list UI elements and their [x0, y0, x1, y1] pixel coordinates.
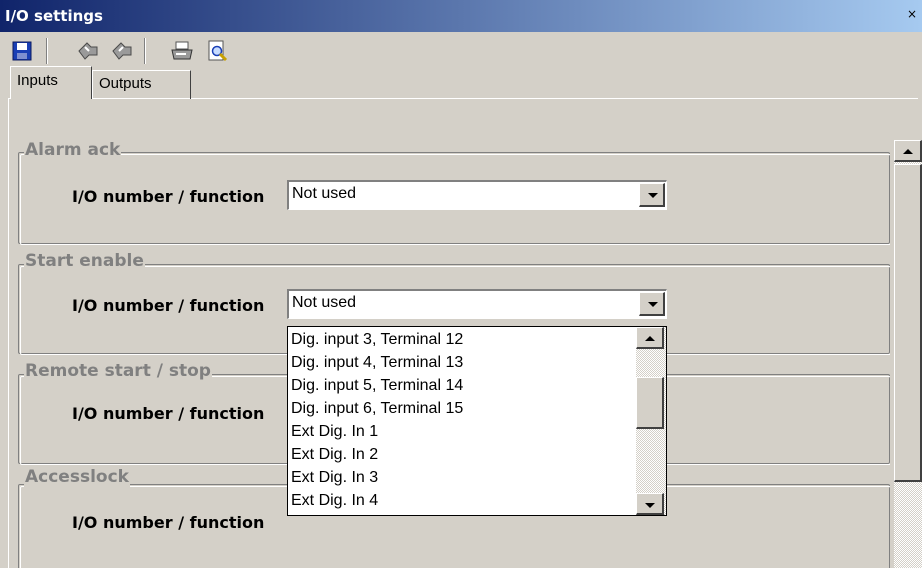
tab-inputs[interactable]: Inputs	[10, 66, 92, 99]
chevron-down-icon	[645, 503, 655, 508]
chevron-up-icon	[645, 336, 655, 341]
io-function-select[interactable]: Not used	[287, 180, 667, 210]
scroll-up-button[interactable]	[636, 327, 664, 349]
toolbar-separator	[144, 38, 146, 64]
close-icon[interactable]: ×	[904, 7, 920, 23]
chevron-up-icon	[903, 149, 913, 154]
tab-label: Outputs	[99, 75, 152, 92]
row-label: I/O number / function	[72, 187, 265, 206]
list-item[interactable]: Ext Dig. In 2	[291, 444, 378, 466]
chevron-down-icon	[648, 302, 658, 307]
dropdown-button[interactable]	[639, 292, 665, 316]
row-label: I/O number / function	[72, 513, 265, 532]
print-icon[interactable]	[170, 39, 194, 63]
row-label: I/O number / function	[72, 404, 265, 423]
toolbar	[0, 32, 922, 70]
panel-scrollbar[interactable]	[894, 140, 922, 568]
select-value: Not used	[292, 294, 357, 311]
tab-outputs[interactable]: Outputs	[92, 70, 191, 99]
group-title: Alarm ack	[24, 140, 122, 160]
dropdown-scrollbar[interactable]	[636, 327, 666, 515]
dropdown-list[interactable]: Dig. input 3, Terminal 12 Dig. input 4, …	[287, 326, 667, 516]
io-function-select[interactable]: Not used	[287, 289, 667, 319]
window-title: I/O settings	[5, 7, 103, 25]
list-item[interactable]: Dig. input 6, Terminal 15	[291, 398, 463, 420]
group-title: Start enable	[24, 251, 145, 271]
list-item[interactable]: Dig. input 5, Terminal 14	[291, 375, 463, 397]
print-preview-icon[interactable]	[205, 39, 229, 63]
list-item[interactable]: Ext Dig. In 4	[291, 490, 378, 512]
toolbar-separator	[46, 38, 48, 64]
dropdown-button[interactable]	[639, 183, 665, 207]
tab-label: Inputs	[17, 72, 58, 89]
select-value: Not used	[292, 185, 357, 202]
row-label: I/O number / function	[72, 296, 265, 315]
upload-icon[interactable]	[76, 39, 100, 63]
title-bar: I/O settings ×	[0, 0, 922, 32]
download-icon[interactable]	[110, 39, 134, 63]
list-item[interactable]: Dig. input 3, Terminal 12	[291, 329, 463, 351]
list-item[interactable]: Ext Dig. In 1	[291, 421, 378, 443]
scroll-thumb[interactable]	[636, 377, 664, 429]
list-item[interactable]: Dig. input 4, Terminal 13	[291, 352, 463, 374]
scroll-down-button[interactable]	[636, 493, 664, 515]
scroll-thumb[interactable]	[894, 164, 922, 482]
group-title: Accesslock	[24, 467, 130, 487]
group-title: Remote start / stop	[24, 361, 212, 381]
scroll-up-button[interactable]	[894, 140, 922, 162]
list-item[interactable]: Ext Dig. In 3	[291, 467, 378, 489]
chevron-down-icon	[648, 193, 658, 198]
save-icon[interactable]	[10, 39, 34, 63]
